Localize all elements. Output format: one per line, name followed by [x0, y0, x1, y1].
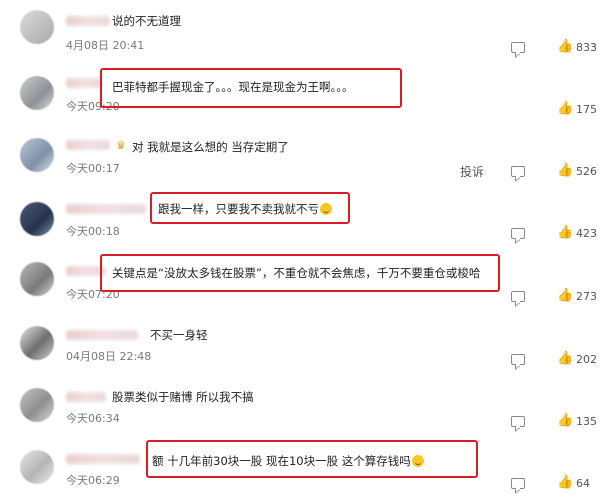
comment-item: 跟我一样，只要我不卖我就不亏 今天00:18 👍 423 [0, 186, 600, 246]
comment-icon[interactable] [511, 478, 525, 489]
comment-icon[interactable] [511, 416, 525, 427]
username[interactable] [66, 140, 110, 150]
comment-text: 跟我一样，只要我不卖我就不亏 [158, 202, 332, 216]
like-count: 202 [576, 353, 597, 366]
comment-item: 不买一身轻 04月08日 22:48 👍 202 [0, 312, 600, 374]
comment-item: 巴菲特都手握现金了。。。现在是现金为王啊。。。 今天09:20 👍 175 [0, 62, 600, 124]
comment-text: 关键点是“没放太多钱在股票”，不重仓就不会焦虑，千万不要重仓或梭哈 [112, 266, 481, 280]
comment-icon[interactable] [511, 354, 525, 365]
username[interactable] [66, 330, 138, 340]
report-button[interactable]: 投诉 [460, 165, 484, 179]
comment-item: 关键点是“没放太多钱在股票”，不重仓就不会焦虑，千万不要重仓或梭哈 今天07:2… [0, 248, 600, 310]
comment-time: 今天06:29 [66, 474, 120, 487]
comment-icon[interactable] [511, 166, 525, 177]
username[interactable] [66, 16, 110, 26]
like-count: 526 [576, 165, 597, 178]
comment-icon[interactable] [511, 228, 525, 239]
comment-time: 今天00:17 [66, 162, 120, 175]
comment-icon[interactable] [511, 291, 525, 302]
comment-text-body: 额 十几年前30块一股 现在10块一股 这个算存钱吗 [152, 454, 411, 468]
thumbs-up-icon[interactable]: 👍 [557, 226, 573, 239]
like-count: 135 [576, 415, 597, 428]
thumbs-up-icon[interactable]: 👍 [557, 414, 573, 427]
comment-item: 股票类似于赌博 所以我不搞 今天06:34 👍 135 [0, 374, 600, 434]
comment-time: 今天09:20 [66, 100, 120, 113]
avatar[interactable] [20, 450, 54, 484]
comment-text: 对 我就是这么想的 当存定期了 [132, 140, 289, 154]
like-count: 833 [576, 41, 597, 54]
avatar[interactable] [20, 262, 54, 296]
username[interactable] [66, 266, 106, 276]
comment-time: 今天00:18 [66, 225, 120, 238]
comment-text: 说的不无道理 [112, 14, 181, 28]
thumbs-up-icon[interactable]: 👍 [557, 289, 573, 302]
comment-time: 今天06:34 [66, 412, 120, 425]
comment-time: 4月08日 20:41 [66, 39, 145, 52]
comment-item: ♛ 对 我就是这么想的 当存定期了 今天00:17 投诉 👍 526 [0, 124, 600, 186]
username[interactable] [66, 78, 102, 88]
crown-icon: ♛ [116, 139, 126, 152]
thumbs-up-icon[interactable]: 👍 [557, 102, 573, 115]
comment-text: 巴菲特都手握现金了。。。现在是现金为王啊。。。 [112, 80, 354, 94]
like-count: 423 [576, 227, 597, 240]
avatar[interactable] [20, 202, 54, 236]
username[interactable] [66, 392, 106, 402]
comment-text: 不买一身轻 [150, 328, 208, 342]
username[interactable] [66, 454, 140, 464]
avatar[interactable] [20, 326, 54, 360]
avatar[interactable] [20, 76, 54, 110]
laughing-emoji [320, 203, 332, 215]
like-count: 64 [576, 477, 590, 490]
comment-time: 04月08日 22:48 [66, 350, 152, 363]
avatar[interactable] [20, 10, 54, 44]
comment-icon[interactable] [511, 42, 525, 53]
laughing-emoji [411, 455, 424, 467]
thumbs-up-icon[interactable]: 👍 [557, 40, 573, 53]
username[interactable] [66, 204, 146, 214]
comment-list: 说的不无道理 4月08日 20:41 👍 833 巴菲特都手握现金了。。。现在是… [0, 0, 600, 494]
like-count: 175 [576, 103, 597, 116]
comment-item: 额 十几年前30块一股 现在10块一股 这个算存钱吗 今天06:29 👍 64 [0, 436, 600, 494]
like-count: 273 [576, 290, 597, 303]
comment-time: 今天07:20 [66, 288, 120, 301]
avatar[interactable] [20, 138, 54, 172]
comment-item: 说的不无道理 4月08日 20:41 👍 833 [0, 0, 600, 60]
thumbs-up-icon[interactable]: 👍 [557, 164, 573, 177]
comment-text: 额 十几年前30块一股 现在10块一股 这个算存钱吗 [152, 454, 424, 468]
thumbs-up-icon[interactable]: 👍 [557, 476, 573, 489]
thumbs-up-icon[interactable]: 👍 [557, 352, 573, 365]
avatar[interactable] [20, 388, 54, 422]
comment-text: 股票类似于赌博 所以我不搞 [112, 390, 254, 404]
comment-text-body: 跟我一样，只要我不卖我就不亏 [158, 202, 319, 216]
